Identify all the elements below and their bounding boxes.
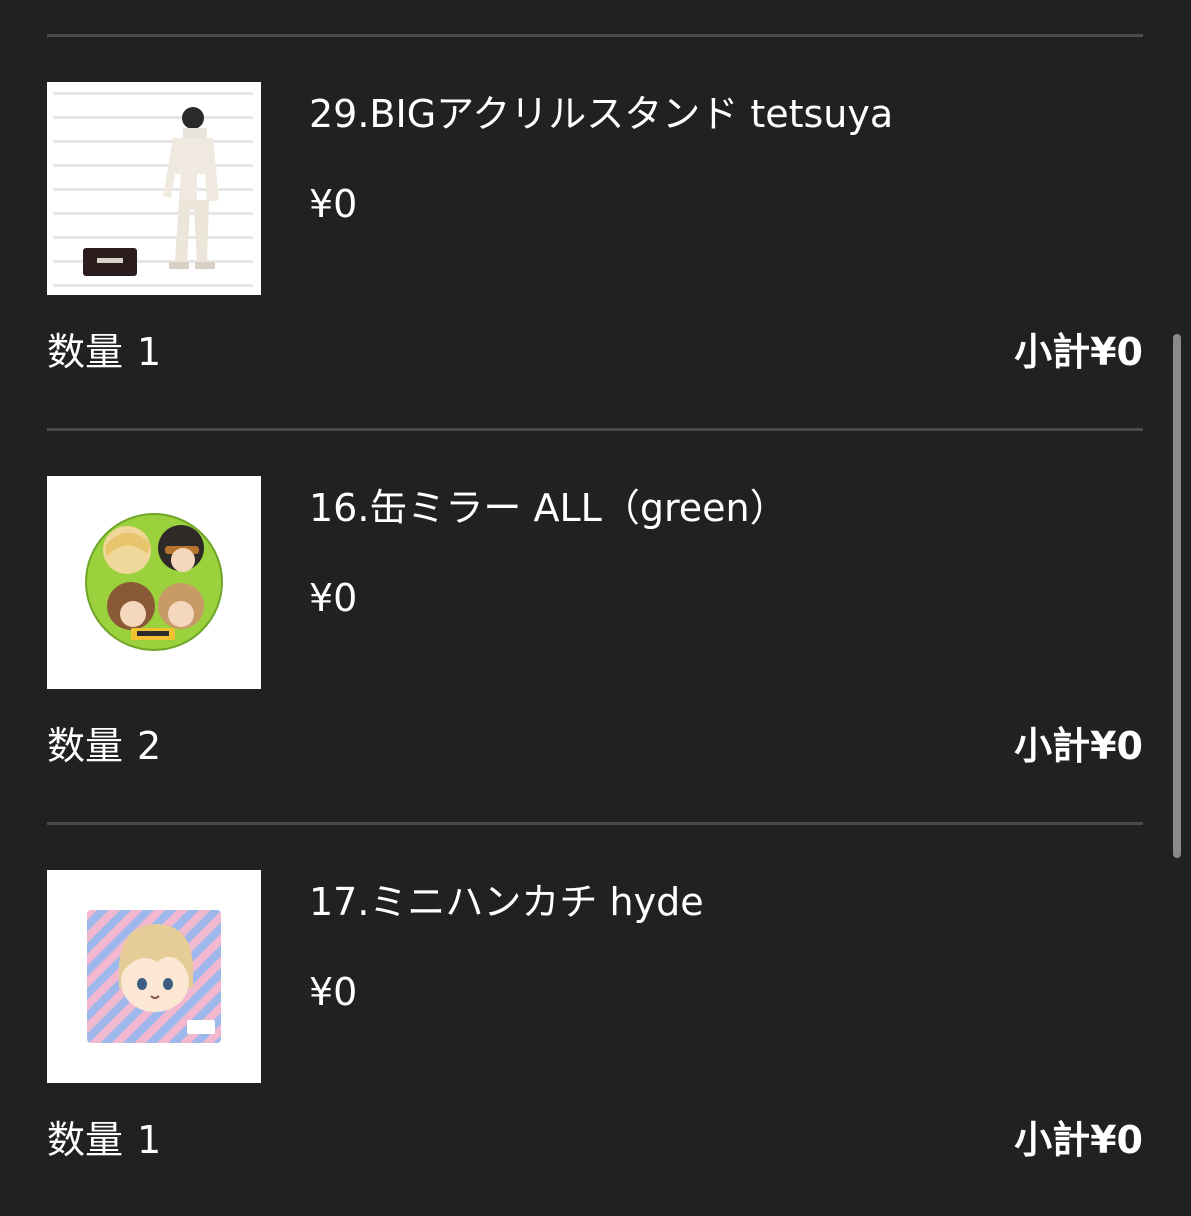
product-thumbnail[interactable] [47,870,261,1083]
quantity-value: 1 [137,330,162,374]
subtotal-value: ¥0 [1090,330,1143,374]
subtotal-display: 小計¥0 [1014,328,1143,376]
subtotal-value: ¥0 [1090,724,1143,768]
product-thumbnail[interactable] [47,476,261,689]
mini-handkerchief-image [47,870,261,1083]
can-mirror-image [47,476,261,689]
product-price: ¥0 [309,182,358,226]
quantity-value: 2 [137,724,162,768]
subtotal-label: 小計 [1014,724,1091,768]
subtotal-display: 小計¥0 [1014,1116,1143,1164]
cart-item[interactable]: 17.ミニハンカチ hyde ¥0 数量 1 小計¥0 [0,822,1191,1216]
quantity-value: 1 [137,1118,162,1162]
product-name[interactable]: 29.BIGアクリルスタンド tetsuya [309,90,893,138]
quantity-label: 数量 [47,724,124,768]
acrylic-stand-image [47,82,261,295]
cart-item[interactable]: 16.缶ミラー ALL（green） ¥0 数量 2 小計¥0 [0,428,1191,822]
product-thumbnail[interactable] [47,82,261,295]
quantity-label: 数量 [47,330,124,374]
product-name[interactable]: 16.缶ミラー ALL（green） [309,484,788,532]
subtotal-value: ¥0 [1090,1118,1143,1162]
product-name[interactable]: 17.ミニハンカチ hyde [309,878,704,926]
product-price: ¥0 [309,576,358,620]
subtotal-display: 小計¥0 [1014,722,1143,770]
quantity-display: 数量 1 [47,328,161,376]
quantity-label: 数量 [47,1118,124,1162]
scrollbar-thumb[interactable] [1173,334,1181,858]
subtotal-label: 小計 [1014,330,1091,374]
cart-item-list: 29.BIGアクリルスタンド tetsuya ¥0 数量 1 小計¥0 16.缶… [0,0,1191,1200]
quantity-display: 数量 2 [47,722,161,770]
quantity-display: 数量 1 [47,1116,161,1164]
subtotal-label: 小計 [1014,1118,1091,1162]
cart-item[interactable]: 29.BIGアクリルスタンド tetsuya ¥0 数量 1 小計¥0 [0,34,1191,428]
product-price: ¥0 [309,970,358,1014]
